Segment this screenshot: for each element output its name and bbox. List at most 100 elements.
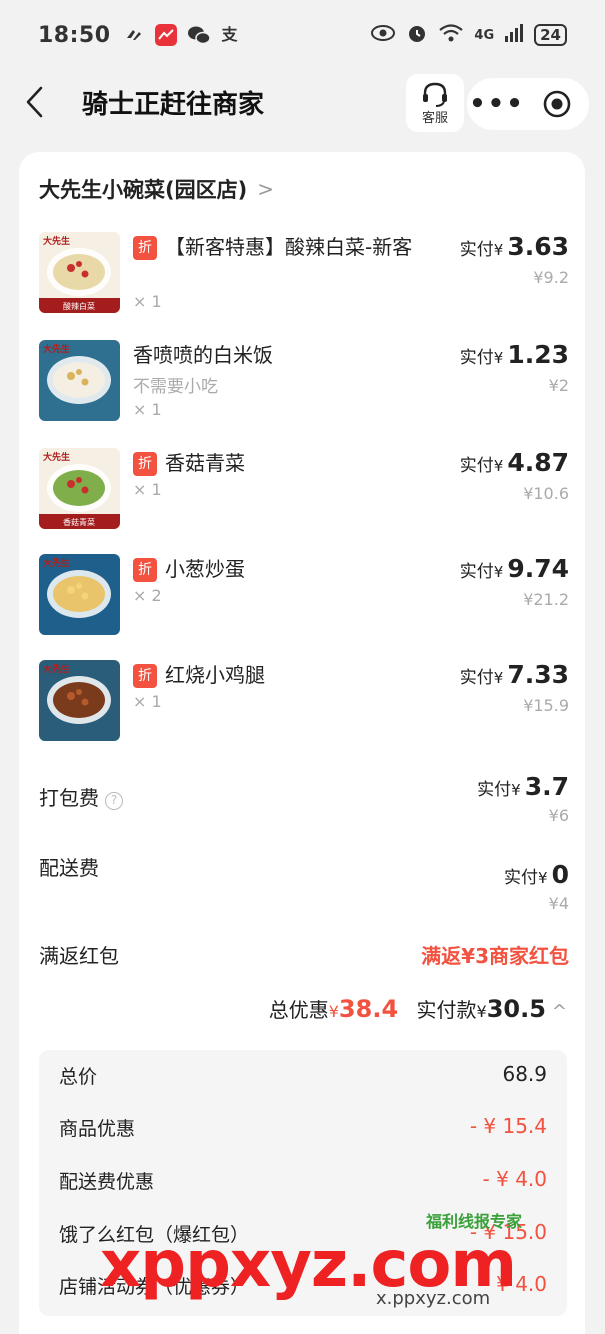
- page-title: 骑士正赶往商家: [82, 90, 265, 120]
- svg-text:大先生: 大先生: [43, 663, 70, 675]
- mini-program-capsule: •••: [467, 78, 589, 130]
- delivery-fee-paid: 实付¥ 0: [504, 860, 569, 889]
- discount-badge: 折: [133, 236, 157, 260]
- item-name-text: 小葱炒蛋: [165, 557, 245, 581]
- total-discount-value: 38.4: [338, 995, 399, 1023]
- paid-total-label: 实付款: [416, 998, 477, 1022]
- breakdown-value: - ¥ 15.0: [469, 1220, 547, 1244]
- delivery-fee-original: ¥4: [548, 894, 569, 913]
- breakdown-value: - ¥ 4.0: [482, 1167, 547, 1191]
- discount-badge: 折: [133, 452, 157, 476]
- target-icon: [543, 90, 571, 118]
- signal-icon: [504, 23, 524, 48]
- discount-badge: 折: [133, 558, 157, 582]
- promo-value: 满返¥3商家红包: [421, 944, 569, 968]
- notification-icons: 支: [123, 24, 241, 46]
- item-original-price: ¥9.2: [533, 268, 569, 287]
- item-paid-price: 实付¥ 1.23: [459, 340, 569, 369]
- packing-fee-paid: 实付¥ 3.7: [477, 772, 569, 801]
- svg-text:大先生: 大先生: [43, 235, 70, 247]
- item-name: 香喷喷的白米饭: [133, 340, 433, 370]
- item-name-text: 红烧小鸡腿: [165, 663, 265, 687]
- alarm-icon: [406, 22, 428, 49]
- item-name: 折香菇青菜: [133, 448, 433, 478]
- item-name: 折【新客特惠】酸辣白菜-新客: [133, 232, 433, 262]
- item-quantity: × 1: [133, 292, 162, 311]
- delivery-fee-row: 配送费 实付¥ 0 ¥4: [39, 852, 569, 916]
- item-name-text: 【新客特惠】酸辣白菜-新客: [165, 235, 413, 259]
- food-thumbnail: 大先生: [39, 340, 120, 421]
- chevron-up-icon: ^: [551, 1001, 567, 1022]
- close-mini-program-button[interactable]: [527, 89, 587, 119]
- item-quantity: × 2: [133, 586, 162, 605]
- svg-text:酸辣白菜: 酸辣白菜: [63, 301, 95, 311]
- wechat-icon: [187, 24, 211, 46]
- item-paid-price: 实付¥ 4.87: [459, 448, 569, 477]
- link-app-icon: [123, 24, 145, 46]
- status-time: 18:50: [38, 22, 111, 48]
- breakdown-label: 配送费优惠: [59, 1171, 155, 1193]
- breakdown-label: 饿了么红包（爆红包）: [59, 1224, 250, 1246]
- breakdown-row: 店铺活动券（优惠券） - ¥ 4.0: [59, 1272, 547, 1304]
- discount-badge: 折: [133, 664, 157, 688]
- promo-row: 满返红包 满返¥3商家红包: [39, 940, 569, 974]
- svg-text:大先生: 大先生: [43, 557, 70, 569]
- item-name-text: 香菇青菜: [165, 451, 245, 475]
- app-icon: [154, 24, 177, 46]
- order-item: 大先生 香菇青菜 折香菇青菜 × 1 实付¥ 4.87 ¥10.6: [39, 448, 569, 534]
- svg-text:大先生: 大先生: [43, 451, 70, 463]
- order-summary-toggle[interactable]: 总优惠¥38.4 实付款¥30.5 ^: [269, 994, 567, 1023]
- headset-icon: [423, 82, 447, 107]
- item-original-price: ¥21.2: [523, 590, 569, 609]
- item-paid-price: 实付¥ 9.74: [459, 554, 569, 583]
- packing-fee-row: 打包费? 实付¥ 3.7 ¥6: [39, 772, 569, 832]
- order-item: 大先生 香喷喷的白米饭 不需要小吃 × 1 实付¥ 1.23 ¥2: [39, 340, 569, 426]
- system-icons: 4G 24: [370, 22, 567, 49]
- battery-indicator: 24: [534, 24, 567, 46]
- alipay-icon: 支: [221, 25, 238, 44]
- item-quantity: × 1: [133, 692, 162, 711]
- more-button[interactable]: •••: [467, 91, 527, 117]
- item-note: 不需要小吃: [133, 377, 218, 397]
- breakdown-row: 商品优惠 - ¥ 15.4: [59, 1114, 547, 1146]
- delivery-fee-label: 配送费: [39, 856, 99, 880]
- breakdown-value: - ¥ 4.0: [482, 1272, 547, 1296]
- chevron-right-icon: >: [257, 177, 274, 201]
- order-item: 大先生 酸辣白菜 折【新客特惠】酸辣白菜-新客 × 1 实付¥ 3.63 ¥9.2: [39, 232, 569, 318]
- item-name: 折小葱炒蛋: [133, 554, 433, 584]
- customer-service-button[interactable]: 客服: [406, 74, 464, 132]
- item-name: 折红烧小鸡腿: [133, 660, 433, 690]
- eye-icon: [370, 24, 396, 47]
- packing-fee-label: 打包费?: [39, 782, 123, 811]
- network-label: 4G: [474, 27, 495, 43]
- item-paid-price: 实付¥ 7.33: [459, 660, 569, 689]
- item-paid-price: 实付¥ 3.63: [459, 232, 569, 261]
- help-icon[interactable]: ?: [105, 792, 123, 810]
- food-thumbnail: 大先生 酸辣白菜: [39, 232, 120, 313]
- order-item: 大先生 折小葱炒蛋 × 2 实付¥ 9.74 ¥21.2: [39, 554, 569, 640]
- breakdown-value: - ¥ 15.4: [469, 1114, 547, 1138]
- back-button[interactable]: [18, 82, 52, 122]
- item-original-price: ¥15.9: [523, 696, 569, 715]
- breakdown-label: 商品优惠: [59, 1118, 136, 1140]
- breakdown-row: 饿了么红包（爆红包） - ¥ 15.0: [59, 1220, 547, 1252]
- wifi-icon: [438, 23, 464, 48]
- breakdown-value: 68.9: [502, 1062, 547, 1086]
- breakdown-row: 配送费优惠 - ¥ 4.0: [59, 1167, 547, 1199]
- breakdown-row: 总价 68.9: [59, 1062, 547, 1094]
- price-breakdown: 总价 68.9 商品优惠 - ¥ 15.4 配送费优惠 - ¥ 4.0 饿了么红包（爆红包）…: [39, 1050, 567, 1316]
- svg-text:大先生: 大先生: [43, 343, 70, 355]
- paid-total-value: 30.5: [486, 995, 546, 1023]
- food-thumbnail: 大先生 香菇青菜: [39, 448, 120, 529]
- item-quantity: × 1: [133, 480, 162, 499]
- food-thumbnail: 大先生: [39, 554, 120, 635]
- order-item: 大先生 折红烧小鸡腿 × 1 实付¥ 7.33 ¥15.9: [39, 660, 569, 746]
- shop-name: 大先生小碗菜(园区店): [39, 178, 248, 202]
- breakdown-label: 店铺活动券（优惠券）: [59, 1276, 250, 1298]
- breakdown-label: 总价: [59, 1066, 98, 1088]
- item-quantity: × 1: [133, 400, 162, 419]
- top-nav-bar: 骑士正赶往商家 客服 •••: [0, 72, 605, 132]
- shop-link[interactable]: 大先生小碗菜(园区店) >: [39, 174, 274, 204]
- item-original-price: ¥2: [548, 376, 569, 395]
- packing-fee-original: ¥6: [548, 806, 569, 825]
